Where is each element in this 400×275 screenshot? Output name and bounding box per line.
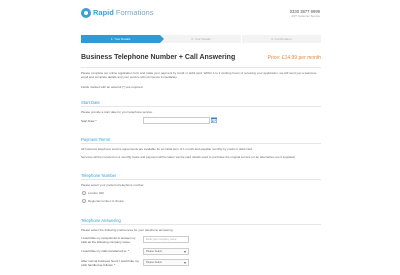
payment-terms-divider	[81, 143, 321, 144]
contact-subtext: 24/7 Customer Service	[291, 14, 320, 18]
price-label: Price: £14.99 per month	[267, 55, 321, 61]
calls-transferred-select[interactable]: Please Select	[143, 248, 189, 255]
required-note: Fields marked with an asterisk (*) are r…	[81, 85, 144, 89]
payment-terms-line-1: All business telephone service agreement…	[81, 147, 253, 151]
chevron-down-icon	[184, 262, 186, 264]
calls-transferred-label: I would like my calls transferred to: *	[81, 249, 130, 253]
after-hours-value: Please Select	[146, 261, 162, 264]
step-1: 1. Your Details	[81, 35, 165, 43]
brand-name-secondary: Formations	[113, 8, 154, 17]
intro-text: Please complete our online application f…	[81, 71, 317, 79]
calls-transferred-value: Please Select	[146, 250, 162, 253]
start-date-label: Start Date *	[81, 119, 97, 123]
company-name-label: I would like my receptionist to answer m…	[81, 236, 136, 244]
page-title: Business Telephone Number + Call Answeri…	[81, 54, 236, 61]
brand-logo[interactable]: Rapid Formations	[81, 8, 153, 18]
step-2: 2. Your Details	[160, 35, 241, 43]
radio-regional-number[interactable]	[82, 199, 86, 203]
telephone-number-heading: Telephone Number	[81, 173, 117, 178]
telephone-number-divider	[81, 179, 321, 180]
telephone-number-hint: Please select your preferred telephone n…	[81, 183, 145, 187]
title-row: Business Telephone Number + Call Answeri…	[81, 53, 321, 65]
chevron-down-icon	[184, 251, 186, 253]
start-date-input[interactable]	[143, 117, 210, 124]
telephone-answering-heading: Telephone Answering	[81, 218, 121, 223]
radio-label-london-020: London 020	[88, 191, 104, 195]
brand-name: Rapid Formations	[93, 8, 153, 18]
title-divider	[81, 67, 321, 68]
radio-london-020[interactable]	[82, 191, 86, 195]
brand-name-primary: Rapid	[93, 8, 114, 17]
start-date-heading: Start Date	[81, 100, 100, 105]
start-date-hint: Please provide a start date for your tel…	[81, 110, 153, 114]
payment-terms-line-2: Services will be invoiced on a monthly b…	[81, 155, 296, 159]
site-header: Rapid Formations 0330 3877 9999 24/7 Cus…	[0, 0, 400, 28]
telephone-answering-divider	[81, 224, 321, 225]
after-hours-select[interactable]: Please Select	[143, 259, 189, 266]
step-3: 3. Confirmation	[240, 35, 321, 43]
progress-steps: 1. Your Details 2. Your Details 3. Confi…	[81, 35, 321, 43]
payment-terms-heading: Payment Terms	[81, 137, 111, 142]
after-hours-label: After normal business hours I would like…	[81, 259, 139, 267]
calendar-icon[interactable]	[211, 117, 217, 123]
company-name-input[interactable]: Enter your company name	[143, 236, 189, 243]
start-date-divider	[81, 106, 321, 107]
logo-mark-icon	[81, 8, 91, 18]
telephone-answering-hint: Please select the following preferences …	[81, 228, 174, 232]
contact-block: 0330 3877 9999 24/7 Customer Service	[290, 9, 320, 18]
radio-label-regional-number: Regional number of choice	[88, 199, 124, 203]
